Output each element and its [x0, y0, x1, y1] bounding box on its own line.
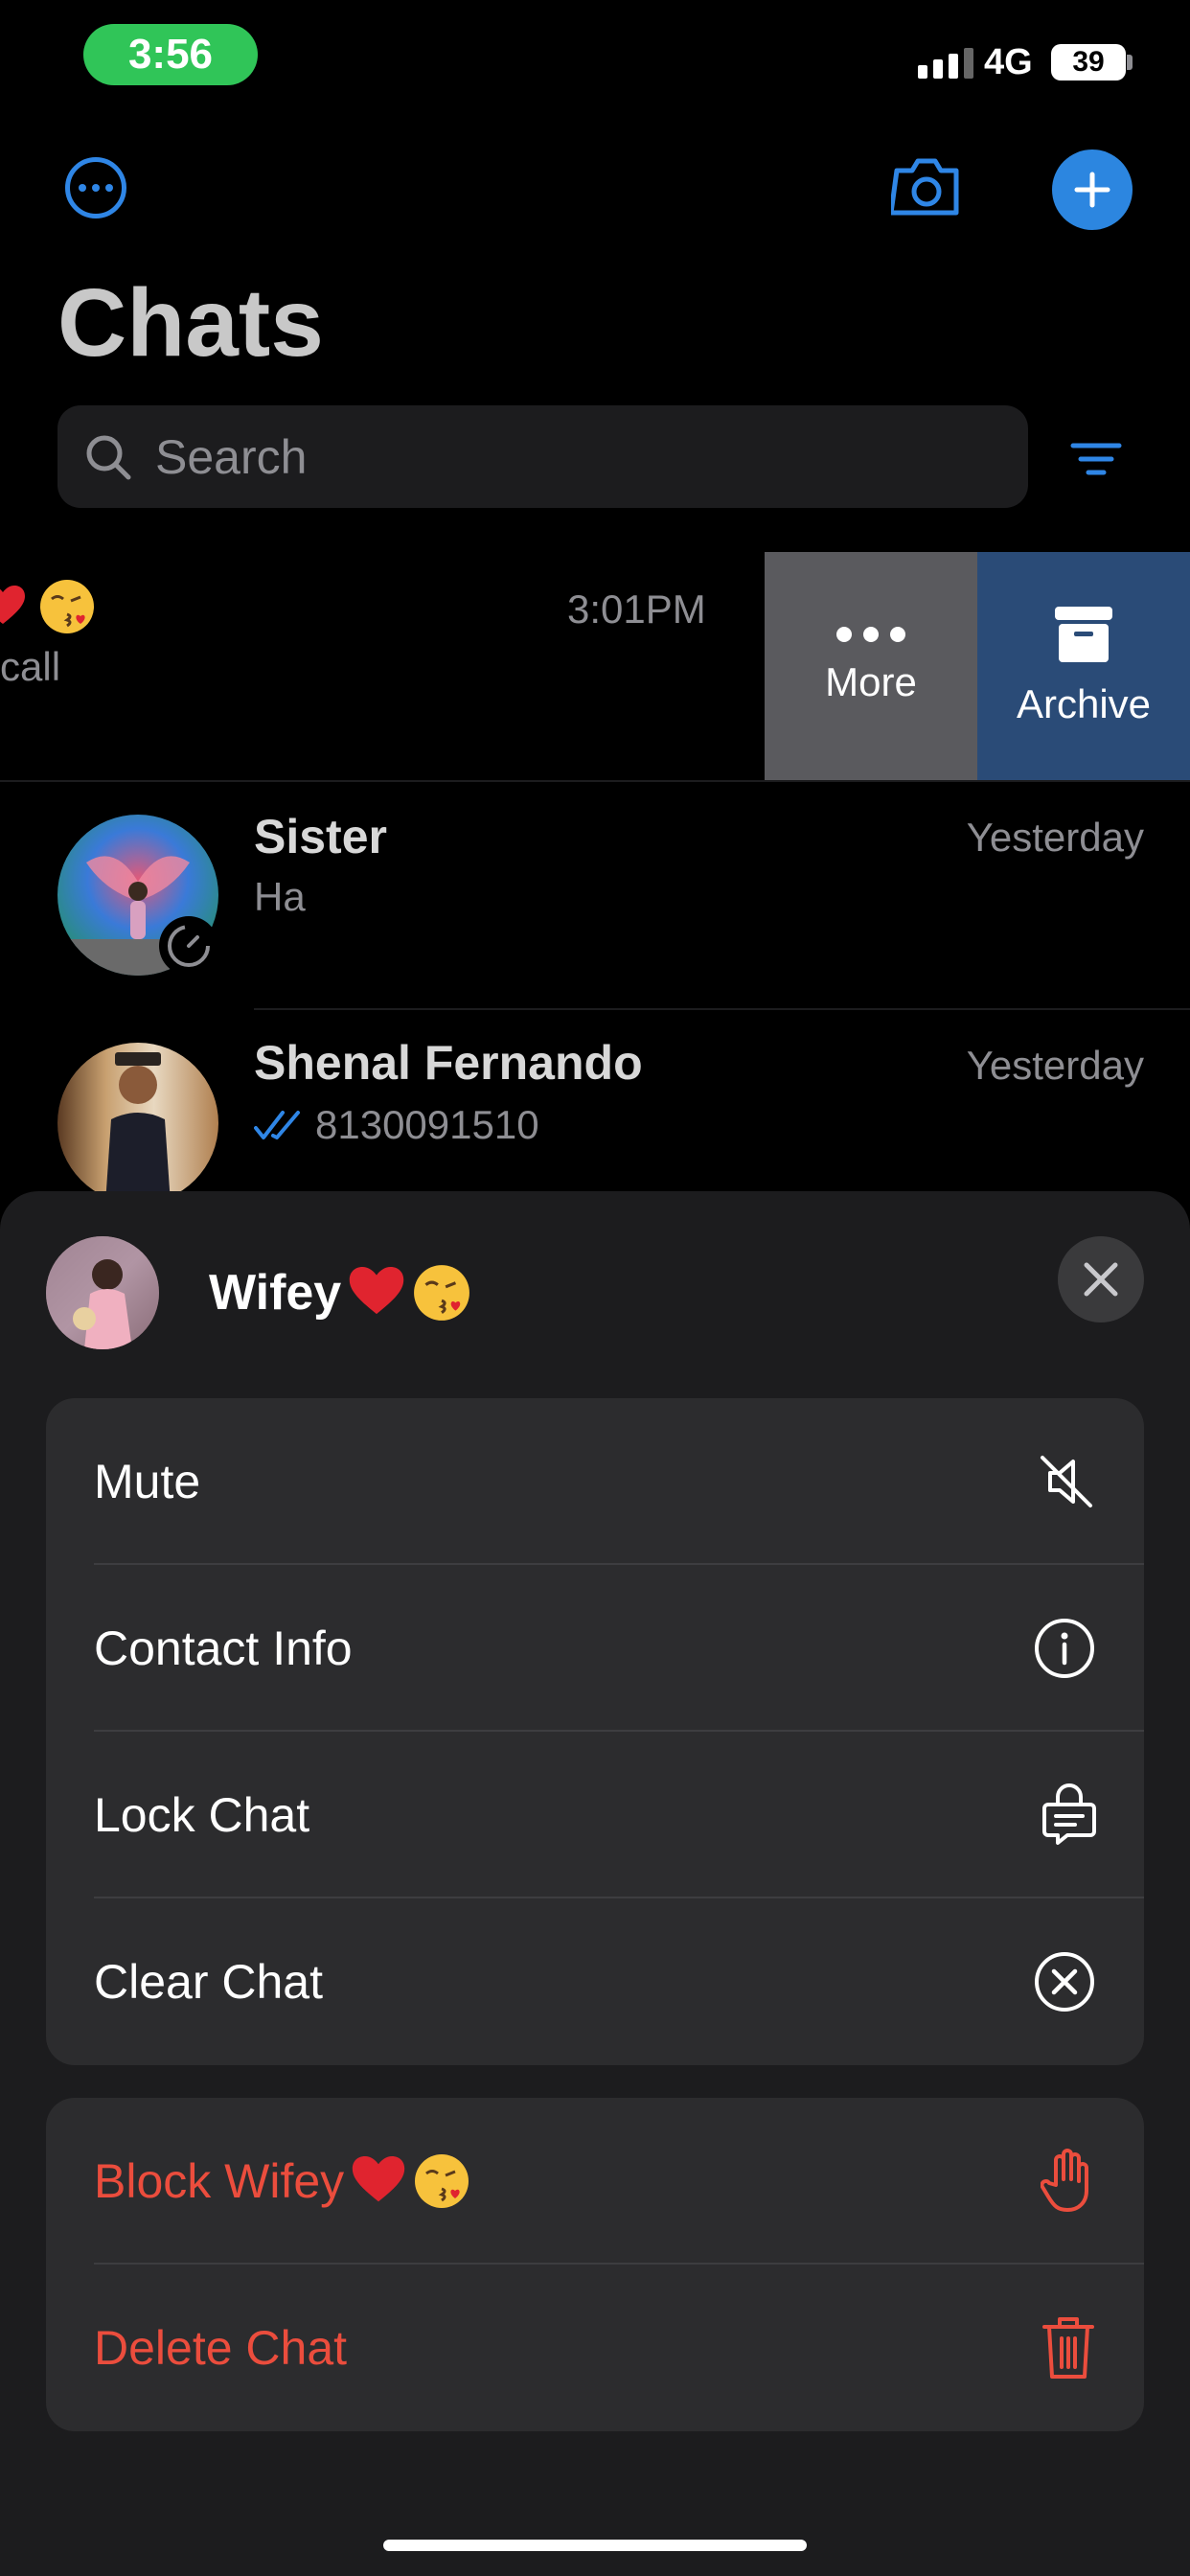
block-label-text: Block Wifey [94, 2154, 345, 2208]
more-options-button[interactable] [65, 157, 126, 218]
lock-chat-icon [1042, 1783, 1096, 1845]
swipe-archive-button[interactable]: Archive [977, 552, 1190, 780]
kiss-emoji-icon [415, 2154, 469, 2208]
chat-row-shenal-fernando[interactable]: Shenal Fernando 8130091510 Yesterday [0, 1010, 1190, 1204]
delete-chat-label: Delete Chat [94, 2321, 348, 2375]
hand-icon [1041, 2149, 1088, 2212]
chat-actions-group: Mute Contact Info Lock Chat Clear Chat [46, 1398, 1144, 2065]
chat-name: Sister [254, 810, 387, 863]
clear-chat-label: Clear Chat [94, 1955, 323, 2009]
signal-icon [918, 48, 973, 79]
swiped-chat-preview: call [0, 644, 61, 689]
close-icon [1084, 1262, 1118, 1297]
new-chat-button[interactable] [1052, 150, 1133, 230]
heart-emoji-icon [350, 1267, 404, 1315]
trash-icon [1042, 2317, 1094, 2379]
contact-info-action[interactable]: Contact Info [46, 1565, 1144, 1732]
sheet-avatar [46, 1236, 159, 1349]
block-label: Block Wifey [94, 2152, 470, 2210]
kiss-emoji-icon [40, 580, 95, 634]
chat-time: Yesterday [966, 815, 1144, 860]
status-timer-icon [159, 916, 218, 976]
kiss-emoji-icon [414, 1265, 470, 1321]
lock-chat-label: Lock Chat [94, 1788, 310, 1842]
muted-speaker-icon [1041, 1456, 1092, 1507]
network-type: 4G [984, 42, 1033, 82]
close-sheet-button[interactable] [1058, 1236, 1144, 1322]
clear-chat-action[interactable]: Clear Chat [46, 1898, 1144, 2065]
info-icon [1035, 1619, 1094, 1678]
search-icon [86, 435, 131, 479]
swipe-more-button[interactable]: More [765, 552, 977, 780]
sheet-contact-name: Wifey [209, 1263, 471, 1322]
chat-name: Shenal Fernando [254, 1036, 643, 1090]
heart-emoji-icon [352, 2156, 405, 2202]
swiped-chat-emojis [0, 575, 96, 635]
destructive-actions-group: Block Wifey Delete Chat [46, 2098, 1144, 2431]
battery-icon: 39 [1051, 44, 1126, 80]
status-time: 3:56 [83, 24, 258, 85]
swiped-chat-time: 3:01PM [567, 586, 706, 632]
home-indicator[interactable] [383, 2540, 807, 2551]
ellipsis-icon [836, 627, 905, 642]
chat-time: Yesterday [966, 1043, 1144, 1088]
delete-chat-action[interactable]: Delete Chat [46, 2265, 1144, 2431]
search-placeholder: Search [155, 429, 308, 484]
heart-emoji-icon [0, 586, 25, 625]
chat-preview-row: 8130091510 [254, 1102, 539, 1148]
chat-preview: 8130091510 [315, 1102, 539, 1147]
swipe-archive-label: Archive [1016, 681, 1152, 726]
block-contact-action[interactable]: Block Wifey [46, 2098, 1144, 2265]
camera-button[interactable] [891, 153, 962, 218]
double-check-icon [254, 1111, 300, 1139]
contact-info-label: Contact Info [94, 1622, 353, 1675]
swipe-more-label: More [825, 659, 917, 704]
chat-row-sister[interactable]: Sister Ha Yesterday [0, 782, 1190, 1008]
avatar [57, 1043, 218, 1204]
sheet-contact-name-text: Wifey [209, 1265, 342, 1321]
mute-label: Mute [94, 1455, 201, 1508]
plus-icon [1074, 172, 1110, 208]
filter-icon[interactable] [1069, 440, 1123, 478]
lock-chat-action[interactable]: Lock Chat [46, 1732, 1144, 1898]
mute-action[interactable]: Mute [46, 1398, 1144, 1565]
page-title: Chats [57, 269, 324, 377]
clear-circle-icon [1035, 1952, 1094, 2012]
battery-tip [1127, 55, 1133, 70]
search-input[interactable]: Search [57, 405, 1028, 508]
archive-box-icon [1055, 607, 1112, 662]
chat-preview: Ha [254, 874, 306, 919]
